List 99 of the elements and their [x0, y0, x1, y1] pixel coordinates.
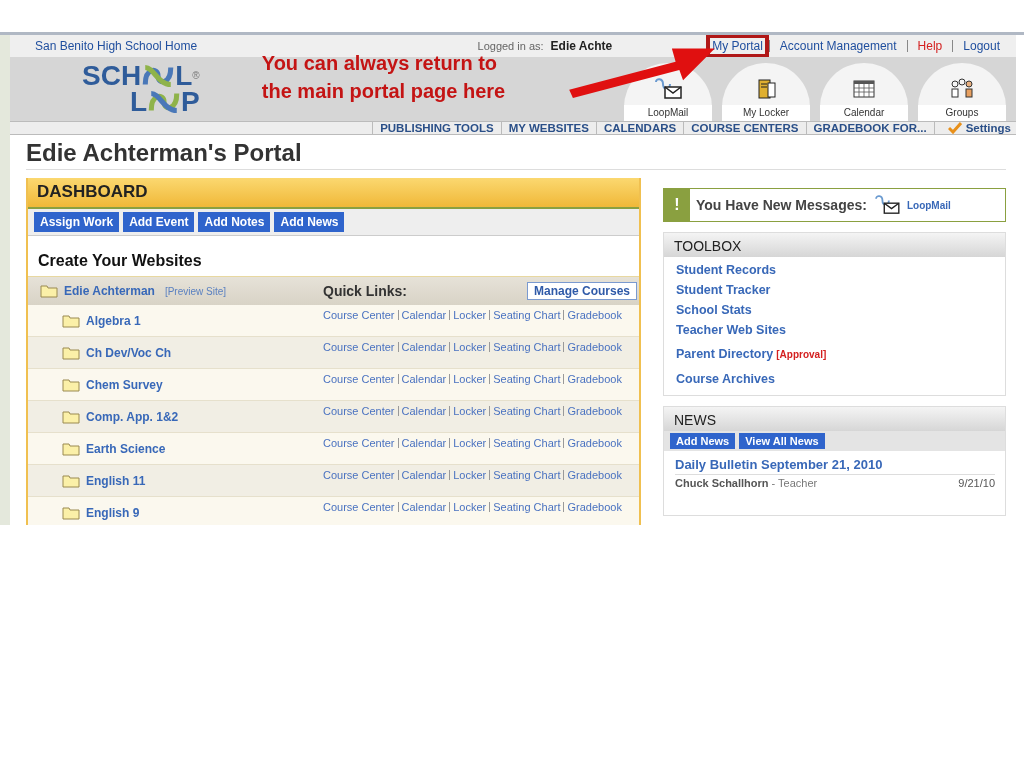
- quick-link[interactable]: Calendar: [401, 405, 447, 417]
- page-title: Edie Achterman's Portal: [26, 139, 1006, 170]
- course-link[interactable]: Comp. App. 1&2: [86, 409, 179, 424]
- folder-icon: [62, 313, 80, 328]
- approval-label: [Approval]: [776, 348, 827, 362]
- site-link[interactable]: Edie Achterman: [64, 284, 155, 298]
- quick-link[interactable]: Course Center: [323, 469, 395, 481]
- quick-link[interactable]: Calendar: [401, 469, 447, 481]
- quick-link[interactable]: Course Center: [323, 341, 395, 353]
- folder-icon: [40, 284, 58, 298]
- header-link[interactable]: Account Management: [773, 35, 903, 58]
- quick-link[interactable]: Course Center: [323, 501, 395, 513]
- course-link[interactable]: Ch Dev/Voc Ch: [86, 345, 172, 360]
- quick-link[interactable]: Seating Chart: [493, 405, 561, 417]
- quick-link[interactable]: Gradebook: [567, 373, 622, 385]
- toolbox-link[interactable]: Student Records: [676, 260, 776, 280]
- quick-link[interactable]: Seating Chart: [493, 373, 561, 385]
- quick-link[interactable]: Course Center: [323, 309, 395, 321]
- nav-tab[interactable]: COURSE CENTERS: [683, 122, 806, 134]
- folder-icon: [62, 505, 80, 520]
- news-title: NEWS: [664, 407, 1005, 431]
- course-link[interactable]: Chem Survey: [86, 377, 163, 392]
- action-button[interactable]: Add Event: [123, 212, 195, 232]
- settings-button[interactable]: Settings: [933, 122, 1016, 134]
- quick-link[interactable]: Locker: [453, 469, 487, 481]
- loop-envelope-icon: [653, 78, 683, 100]
- header-link[interactable]: Help: [911, 35, 949, 58]
- quick-icon-button[interactable]: Calendar: [820, 63, 908, 121]
- quick-link[interactable]: Calendar: [401, 373, 447, 385]
- action-button[interactable]: Assign Work: [34, 212, 120, 232]
- quick-link[interactable]: Gradebook: [567, 469, 622, 481]
- quick-icon-button[interactable]: My Locker: [722, 63, 810, 121]
- toolbox-title: TOOLBOX: [664, 233, 1005, 257]
- news-author: Chuck Schallhorn: [675, 477, 769, 489]
- annotation-text: You can always return to: [261, 52, 499, 76]
- news-button[interactable]: View All News: [739, 433, 825, 449]
- quick-links-label: Quick Links:: [323, 283, 408, 299]
- nav-tab[interactable]: PUBLISHING TOOLS: [372, 122, 501, 134]
- news-link[interactable]: Daily Bulletin September 21, 2010: [675, 457, 995, 475]
- home-link[interactable]: San Benito High School Home: [35, 39, 198, 53]
- quick-link[interactable]: Calendar: [401, 309, 447, 321]
- action-button[interactable]: Add Notes: [198, 212, 271, 232]
- dashboard-title: DASHBOARD: [28, 178, 639, 209]
- action-button[interactable]: Add News: [274, 212, 345, 232]
- folder-icon: [62, 345, 80, 360]
- annotation-text: the main portal page here: [261, 79, 506, 104]
- toolbox-link[interactable]: School Stats: [676, 300, 752, 320]
- quick-link[interactable]: Locker: [453, 341, 487, 353]
- quick-link[interactable]: Gradebook: [567, 405, 622, 417]
- nav-tab[interactable]: MY WEBSITES: [500, 122, 596, 134]
- quick-link[interactable]: Course Center: [323, 437, 395, 449]
- quick-link[interactable]: Seating Chart: [493, 437, 561, 449]
- folder-icon: [62, 441, 80, 456]
- quick-link[interactable]: Locker: [453, 501, 487, 513]
- manage-courses-button[interactable]: Manage Courses: [526, 282, 637, 300]
- quick-link[interactable]: Locker: [453, 309, 487, 321]
- course-link[interactable]: English 9: [86, 505, 140, 520]
- quick-link[interactable]: Gradebook: [567, 341, 622, 353]
- news-date: 9/21/10: [958, 477, 995, 489]
- toolbox-link[interactable]: Student Tracker: [676, 280, 771, 300]
- nav-tab[interactable]: GRADEBOOK FOR...: [805, 122, 934, 134]
- quick-link[interactable]: Gradebook: [567, 501, 622, 513]
- quick-link[interactable]: Locker: [453, 437, 487, 449]
- logged-in-label: Logged in as:: [477, 40, 544, 52]
- loop-envelope-icon: [872, 195, 901, 215]
- toolbox-link[interactable]: Teacher Web Sites: [676, 320, 786, 340]
- nav-tab[interactable]: CALENDARS: [595, 122, 684, 134]
- messages-text: You Have New Messages:: [696, 197, 867, 213]
- toolbox-link[interactable]: Course Archives: [676, 369, 775, 389]
- header-link[interactable]: Logout: [957, 35, 1006, 58]
- checkmark-icon: [947, 122, 962, 134]
- school-loop-logo: SCH L$^{®}$ L P: [82, 63, 200, 115]
- quick-link[interactable]: Calendar: [401, 341, 447, 353]
- folder-icon: [62, 377, 80, 392]
- quick-link[interactable]: Seating Chart: [493, 309, 561, 321]
- quick-link[interactable]: Locker: [453, 405, 487, 417]
- quick-link[interactable]: Course Center: [323, 405, 395, 417]
- loopmail-link[interactable]: LoopMail: [906, 199, 951, 211]
- quick-link[interactable]: Seating Chart: [493, 469, 561, 481]
- quick-link[interactable]: Seating Chart: [493, 501, 561, 513]
- quick-link[interactable]: Calendar: [401, 437, 447, 449]
- quick-icon-button[interactable]: Groups: [918, 63, 1006, 121]
- folder-icon: [62, 409, 80, 424]
- quick-link[interactable]: Locker: [453, 373, 487, 385]
- course-link[interactable]: Earth Science: [86, 441, 166, 456]
- course-link[interactable]: English 11: [86, 473, 146, 488]
- quick-link[interactable]: Seating Chart: [493, 341, 561, 353]
- alert-icon: !: [664, 189, 690, 221]
- quick-link[interactable]: Course Center: [323, 373, 395, 385]
- user-name: Edie Achte: [550, 39, 613, 53]
- toolbox-link[interactable]: Parent Directory: [676, 344, 774, 364]
- quick-link[interactable]: Gradebook: [567, 437, 622, 449]
- news-button[interactable]: Add News: [670, 433, 736, 449]
- news-role: - Teacher: [771, 477, 818, 489]
- folder-icon: [62, 473, 80, 488]
- preview-link[interactable]: [Preview Site]: [164, 285, 227, 297]
- quick-link[interactable]: Gradebook: [567, 309, 622, 321]
- quick-link[interactable]: Calendar: [401, 501, 447, 513]
- course-link[interactable]: Algebra 1: [86, 313, 141, 328]
